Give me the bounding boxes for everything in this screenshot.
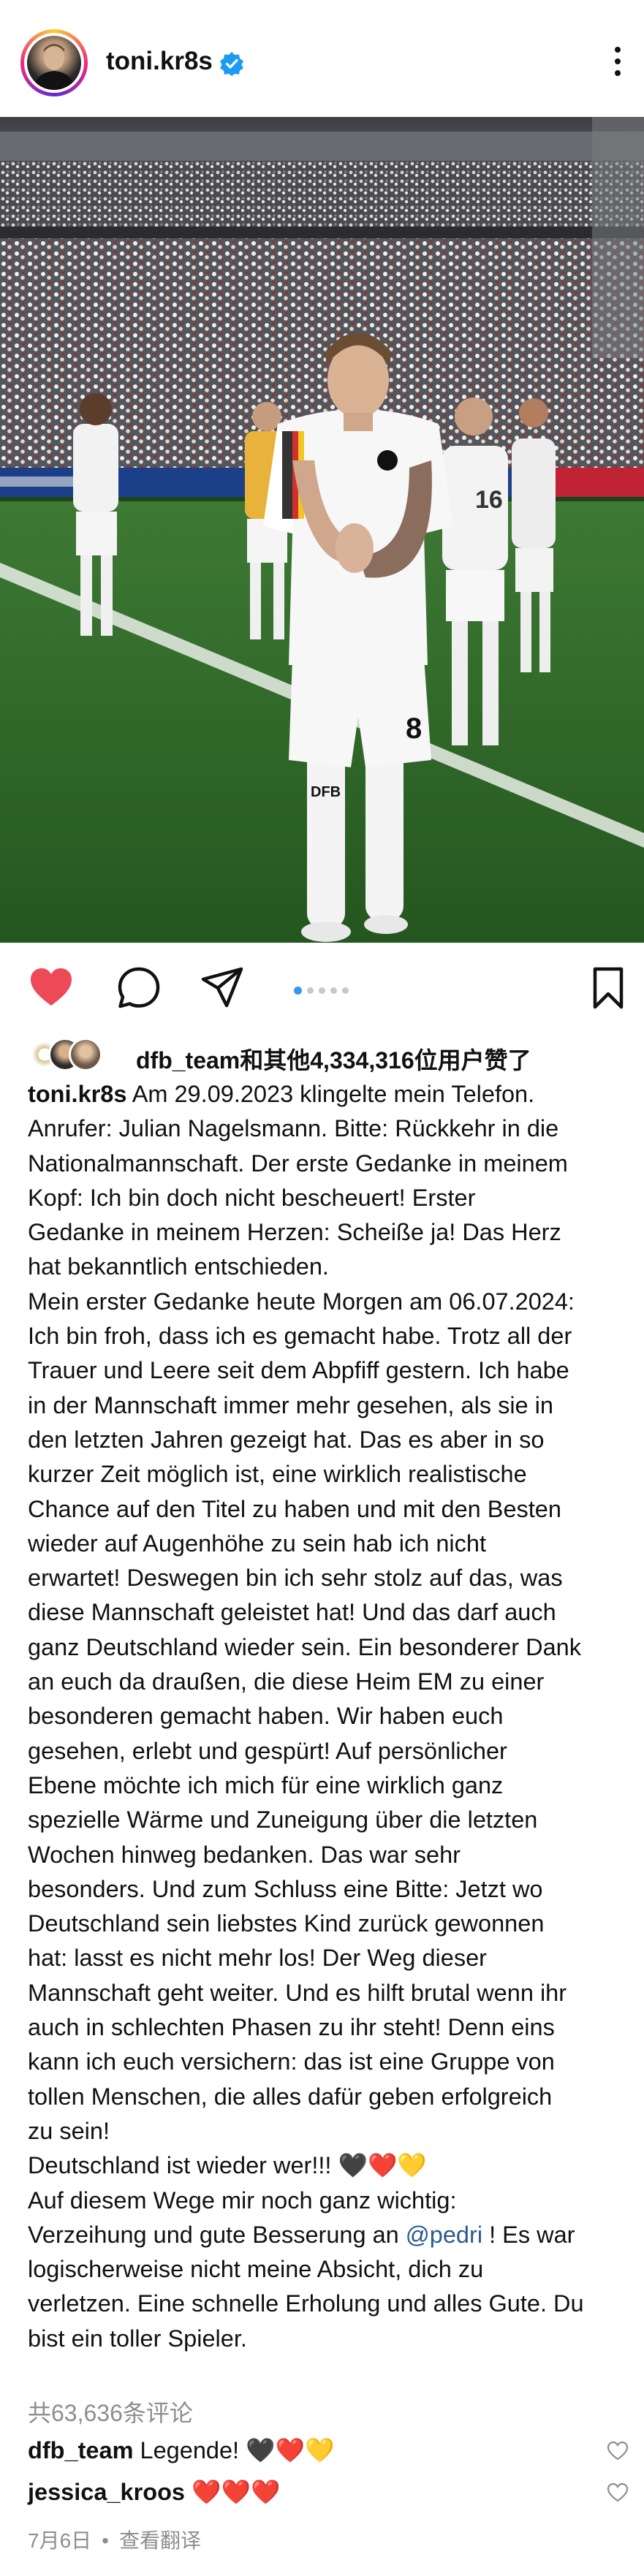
caption-line: verletzen. Eine schnelle Erholung und al… — [28, 2290, 584, 2317]
mention-link[interactable]: @pedri — [406, 2222, 482, 2248]
caption-line: Nationalmannschaft. Der erste Gedanke in… — [28, 1150, 568, 1177]
verified-badge-icon — [220, 52, 243, 76]
caption-line: Auf diesem Wege mir noch ganz wichtig: — [28, 2186, 457, 2214]
caption-line: an euch da draußen, die diese Heim EM zu… — [28, 1668, 545, 1695]
caption-line: toni.kr8s Am 29.09.2023 klingelte mein T… — [28, 1081, 535, 1107]
caption-line: Mannschaft geht weiter. Und es hilft bru… — [28, 1979, 567, 2006]
caption-line: logischerweise nicht meine Absicht, dich… — [28, 2256, 484, 2283]
see-translation-link[interactable]: 查看翻译 — [119, 2529, 201, 2552]
comment-like-icon[interactable] — [607, 2482, 629, 2503]
avatar-frame — [24, 33, 84, 93]
svg-text:16: 16 — [475, 486, 503, 514]
bookmark-icon[interactable] — [585, 965, 632, 1011]
caption-line: Ebene möchte ich mich für eine wirklich … — [28, 1771, 504, 1798]
caption-line: hat: lasst es nicht mehr los! Der Weg di… — [28, 1945, 487, 1972]
caption-line: wieder auf Augenhöhe zu sein hab ich nic… — [28, 1530, 486, 1557]
carousel-dot-active — [294, 987, 302, 995]
liker-avatar — [69, 1038, 102, 1071]
svg-text:8: 8 — [406, 713, 422, 745]
carousel-indicator — [294, 984, 354, 995]
caption-line: Wochen hinweg bedanken. Das war sehr — [28, 1841, 461, 1868]
caption-line: den letzten Jahren gezeigt hat. Das es a… — [28, 1426, 545, 1453]
header-username[interactable]: toni.kr8s — [106, 47, 213, 76]
stadium-photo: 16 DFB 8 — [0, 117, 644, 943]
likes-summary[interactable]: dfb_team和其他4,334,316位用户赞了 — [28, 1036, 634, 1076]
post-footer: 7月6日 • 查看翻译 — [28, 2525, 201, 2554]
caption-line: kann ich euch versichern: das ist eine G… — [28, 2048, 555, 2075]
carousel-dot — [319, 987, 325, 995]
caption-line: Gedanke in meinem Herzen: Scheiße ja! Da… — [28, 1219, 561, 1246]
post-actions — [0, 943, 644, 1030]
comment-icon[interactable] — [115, 965, 162, 1011]
comment-item: jessica_kroos ❤️❤️❤️ — [28, 2478, 613, 2506]
caption-line: zu sein! — [28, 2117, 110, 2144]
caption-line: diese Mannschaft geleistet hat! Und das … — [28, 1599, 556, 1626]
caption-line: hat bekanntlich entschieden. — [28, 1253, 329, 1280]
liker-avatars — [28, 1036, 123, 1071]
caption-line: besonderen gemacht haben. Wir haben euch — [28, 1703, 504, 1730]
caption-line: tollen Menschen, die alles dafür geben e… — [28, 2083, 553, 2110]
caption-line: auch in schlechten Phasen zu ihr steht! … — [28, 2014, 555, 2041]
caption-line: erwartet! Deswegen bin ich sehr stolz au… — [28, 1565, 563, 1592]
caption-line: besonders. Und zum Schluss eine Bitte: J… — [28, 1875, 543, 1902]
share-send-icon[interactable] — [199, 965, 246, 1011]
caption-line: ganz Deutschland wieder sein. Ein besond… — [28, 1633, 581, 1660]
carousel-dot — [342, 987, 349, 995]
more-options-icon[interactable] — [610, 47, 625, 82]
comment-username[interactable]: dfb_team — [28, 2437, 133, 2463]
avatar-person-icon — [33, 44, 75, 90]
caption-line: Deutschland sein liebstes Kind zurück ge… — [28, 1910, 545, 1937]
caption-line: in der Mannschaft immer mehr gesehen, al… — [28, 1391, 553, 1418]
likes-count-text[interactable]: dfb_team和其他4,334,316位用户赞了 — [136, 1042, 531, 1076]
view-all-comments[interactable]: 共63,636条评论 — [28, 2395, 193, 2428]
carousel-dot — [307, 987, 314, 995]
caption-line: Trauer und Leere seit dem Abpfiff gester… — [28, 1357, 569, 1384]
caption-line: Kopf: Ich bin doch nicht bescheuert! Ers… — [28, 1184, 476, 1211]
caption-line: Deutschland ist wieder wer!!! 🖤❤️💛 — [28, 2152, 427, 2179]
caption-line: Ich bin froh, dass ich es gemacht habe. … — [28, 1323, 572, 1350]
post-image[interactable]: 16 DFB 8 — [0, 117, 644, 943]
caption-line: kurzer Zeit möglich ist, eine wirklich r… — [28, 1461, 527, 1488]
comment-username[interactable]: jessica_kroos — [28, 2479, 185, 2505]
caption-line: Chance auf den Titel zu haben und mit de… — [28, 1495, 561, 1522]
avatar-photo — [27, 36, 81, 90]
caption-author[interactable]: toni.kr8s — [28, 1081, 126, 1107]
post-date: 7月6日 — [28, 2529, 92, 2552]
footer-separator: • — [102, 2529, 109, 2552]
post-caption: toni.kr8s Am 29.09.2023 klingelte mein T… — [28, 1077, 634, 2356]
svg-text:DFB: DFB — [311, 784, 341, 800]
profile-avatar[interactable] — [20, 29, 88, 96]
caption-line: bist ein toller Spieler. — [28, 2325, 247, 2352]
comment-text: Legende! 🖤❤️💛 — [133, 2437, 335, 2463]
comment-like-icon[interactable] — [607, 2441, 629, 2461]
carousel-dot — [330, 987, 337, 995]
comment-text: ❤️❤️❤️ — [185, 2479, 281, 2505]
caption-line: Mein erster Gedanke heute Morgen am 06.0… — [28, 1288, 575, 1315]
comment-item: dfb_team Legende! 🖤❤️💛 — [28, 2436, 613, 2464]
caption-line: gesehen, erlebt und gespürt! Auf persönl… — [28, 1737, 507, 1764]
caption-line: Anrufer: Julian Nagelsmann. Bitte: Rückk… — [28, 1115, 559, 1142]
caption-line: Verzeihung und gute Besserung an @pedri … — [28, 2221, 575, 2248]
caption-line: spezielle Wärme und Zuneigung über die l… — [28, 1806, 538, 1834]
post-header: toni.kr8s — [0, 0, 644, 117]
like-heart-icon[interactable] — [28, 965, 75, 1011]
